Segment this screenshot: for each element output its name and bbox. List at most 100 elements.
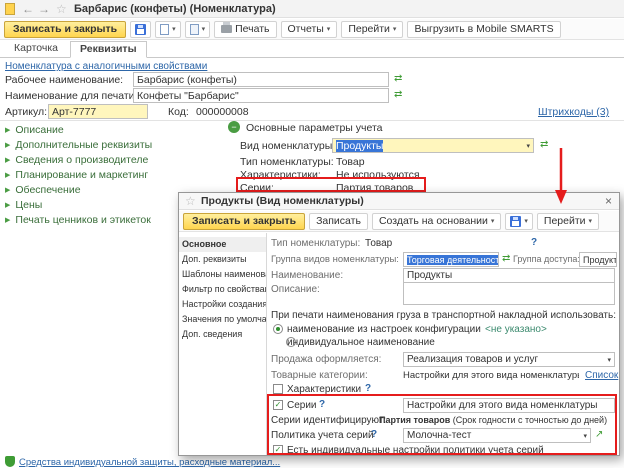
- characteristics-checkbox[interactable]: [273, 384, 283, 394]
- categories-label: Товарные категории:: [271, 370, 368, 381]
- printer-icon: [221, 25, 232, 33]
- dlg-name-label: Наименование:: [271, 270, 343, 281]
- mobile-smarts-button[interactable]: Выгрузить в Mobile SMARTS: [407, 21, 560, 38]
- dlg-type-label: Тип номенклатуры:: [271, 238, 360, 249]
- save-icon: [135, 24, 146, 35]
- nav-item-additional-requisites[interactable]: ▶ Дополнительные реквизиты: [5, 139, 152, 151]
- sale-value: Реализация товаров и услуг: [407, 354, 538, 365]
- article-label: Артикул:: [5, 106, 47, 118]
- nav-label: Дополнительные реквизиты: [15, 139, 152, 151]
- chevron-down-icon: ▾: [491, 217, 495, 225]
- series-settings-field[interactable]: Настройки для этого вида номенклатуры: [403, 398, 615, 413]
- radio-config-name[interactable]: [273, 324, 283, 334]
- policy-combobox[interactable]: Молочна-тест ▾: [403, 428, 591, 443]
- goto-label: Перейти: [544, 215, 586, 227]
- chevron-down-icon: ▾: [580, 432, 587, 440]
- back-icon[interactable]: ←: [22, 2, 34, 16]
- dialog-save-close-button[interactable]: Записать и закрыть: [183, 213, 305, 230]
- nav-item-planning[interactable]: ▶Планирование и маркетинг: [5, 169, 148, 181]
- article-input[interactable]: Арт-7777: [48, 104, 148, 119]
- series-checkbox-label: Серии: [287, 400, 317, 411]
- sale-combobox[interactable]: Реализация товаров и услуг ▾: [403, 352, 615, 367]
- reports-button[interactable]: Отчеты▾: [281, 21, 338, 38]
- dialog-tab-additional-info[interactable]: Доп. сведения: [179, 327, 266, 342]
- nav-item-description[interactable]: ▶Описание: [5, 124, 64, 136]
- reports-label: Отчеты: [288, 23, 324, 35]
- nav-item-manufacturer[interactable]: ▶Сведения о производителе: [5, 154, 148, 166]
- help-icon[interactable]: ?: [319, 399, 325, 410]
- save-close-button[interactable]: Записать и закрыть: [4, 21, 126, 38]
- goto-button[interactable]: Перейти▾: [341, 21, 403, 38]
- barcodes-link[interactable]: Штрихкоды (3): [538, 106, 609, 118]
- working-name-input[interactable]: Барбарис (конфеты): [133, 72, 389, 87]
- dialog-toolbar: Записать и закрыть Записать Создать на о…: [179, 211, 619, 232]
- swap-icon[interactable]: ⇄: [394, 90, 402, 100]
- main-toolbar: Записать и закрыть ▾ ▾ Печать Отчеты▾ Пе…: [0, 19, 624, 40]
- type-value: Товар: [336, 156, 365, 168]
- swap-icon[interactable]: ⇄: [394, 74, 402, 84]
- swap-icon[interactable]: ⇄: [502, 254, 510, 264]
- individual-policy-checkbox[interactable]: ✓: [273, 445, 283, 455]
- sale-label: Продажа оформляется:: [271, 354, 381, 365]
- group-combobox[interactable]: Торговая деятельность ▾: [403, 252, 499, 267]
- collapse-section-icon[interactable]: −: [228, 121, 240, 133]
- dialog-tab-creation-settings[interactable]: Настройки создания: [179, 297, 266, 312]
- access-group-field[interactable]: Продукты: [579, 252, 617, 267]
- dialog-save-button[interactable]: Записать: [309, 213, 368, 230]
- save-button[interactable]: [130, 21, 151, 38]
- item-kind-dialog: ☆ Продукты (Вид номенклатуры) × Записать…: [178, 192, 620, 456]
- help-icon[interactable]: ?: [371, 429, 377, 440]
- dialog-goto-button[interactable]: Перейти▾: [537, 213, 599, 230]
- chevron-down-icon: ▾: [604, 356, 611, 364]
- dialog-save-menu-button[interactable]: ▾: [505, 213, 533, 230]
- individual-policy-label: Есть индивидуальные настройки политики у…: [287, 445, 544, 456]
- nav-item-supply[interactable]: ▶Обеспечение: [5, 184, 81, 196]
- kind-combobox[interactable]: Продукты ▾: [332, 138, 534, 153]
- series-ident-value: Партия товаров (Срок годности с точность…: [379, 415, 607, 425]
- series-ident-note: (Срок годности с точностью до дней): [453, 415, 607, 425]
- chevron-right-icon: ▶: [5, 141, 10, 149]
- save-icon: [510, 216, 521, 227]
- policy-label: Политика учета серий: [271, 430, 374, 441]
- cargo-caption: При печати наименования груза в транспор…: [271, 310, 616, 321]
- chevron-down-icon: ▾: [523, 142, 530, 150]
- series-ident-label: Серии идентифицируют:: [271, 415, 386, 426]
- open-icon[interactable]: ↗: [595, 430, 603, 440]
- tab-card[interactable]: Карточка: [4, 40, 68, 57]
- help-icon[interactable]: ?: [365, 383, 371, 394]
- create-based-button[interactable]: Создать на основании▾: [372, 213, 501, 230]
- series-checkbox[interactable]: ✓: [273, 400, 283, 410]
- nav-item-prices[interactable]: ▶Цены: [5, 199, 42, 211]
- favorite-star-icon[interactable]: ☆: [56, 2, 67, 16]
- kind-label: Вид номенклатуры:: [240, 140, 335, 152]
- goto-label: Перейти: [348, 23, 390, 35]
- policy-value: Молочна-тест: [407, 430, 471, 441]
- favorite-star-icon[interactable]: ☆: [185, 194, 196, 208]
- help-icon[interactable]: ?: [531, 237, 537, 248]
- tab-requisites[interactable]: Реквизиты: [70, 41, 147, 58]
- chevron-right-icon: ▶: [5, 186, 10, 194]
- print-button[interactable]: Печать: [214, 21, 276, 38]
- dialog-tab-main[interactable]: Основное: [179, 237, 266, 252]
- working-name-label: Рабочее наименование:: [5, 74, 123, 86]
- print-name-input[interactable]: Конфеты "Барбарис": [133, 88, 389, 103]
- description-textarea[interactable]: [403, 282, 615, 305]
- dialog-tab-name-templates[interactable]: Шаблоны наименований: [179, 267, 266, 282]
- list-menu-button[interactable]: ▾: [185, 21, 211, 38]
- dialog-tab-additional-requisites[interactable]: Доп. реквизиты: [179, 252, 266, 267]
- close-icon[interactable]: ×: [605, 194, 612, 208]
- nav-item-labels[interactable]: ▶Печать ценников и этикеток: [5, 214, 151, 226]
- dialog-title: Продукты (Вид номенклатуры): [201, 195, 364, 207]
- print-label: Печать: [235, 23, 269, 35]
- copy-menu-button[interactable]: ▾: [155, 21, 181, 38]
- dialog-tab-default-values[interactable]: Значения по умолчанию: [179, 312, 266, 327]
- categories-list-link[interactable]: Список: [585, 370, 618, 381]
- categories-value: Настройки для этого вида номенклатуры: [403, 370, 579, 381]
- footer-link[interactable]: Средства индивидуальной защиты, расходны…: [19, 457, 280, 468]
- not-specified-link[interactable]: <не указано>: [485, 324, 547, 335]
- forward-icon[interactable]: →: [38, 2, 50, 16]
- dialog-tab-property-filter[interactable]: Фильтр по свойствам: [179, 282, 266, 297]
- chevron-down-icon: ▾: [327, 25, 331, 33]
- name-input[interactable]: Продукты: [403, 268, 615, 283]
- similar-items-link[interactable]: Номенклатура с аналогичными свойствами: [5, 61, 207, 72]
